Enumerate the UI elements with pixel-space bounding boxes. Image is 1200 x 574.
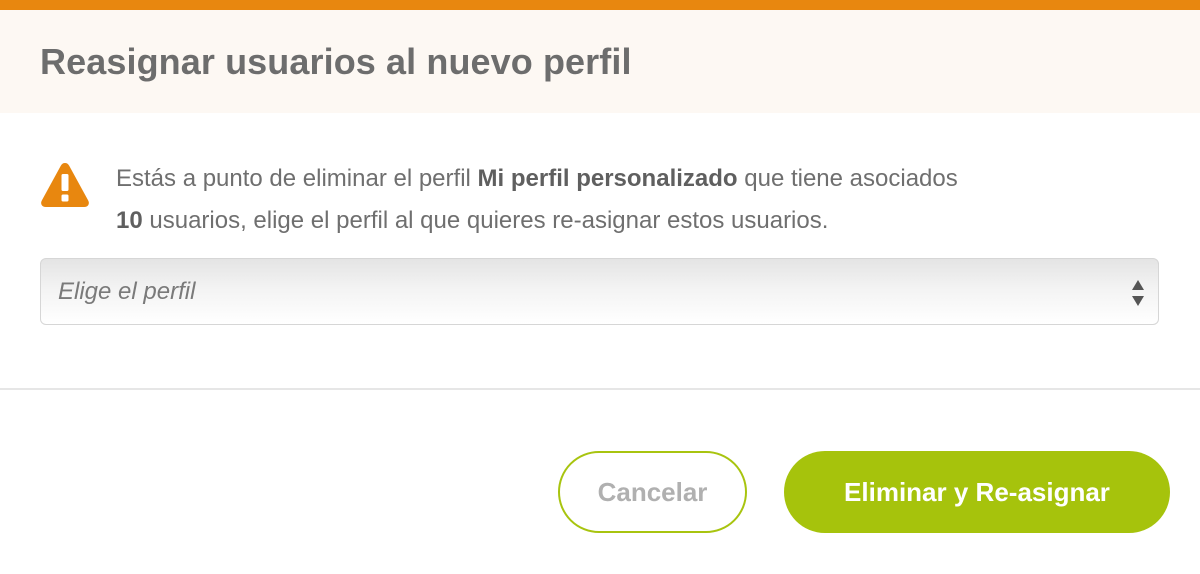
warning-text-suffix: usuarios, elige el perfil al que quieres… xyxy=(142,207,829,234)
dialog-title: Reasignar usuarios al nuevo perfil xyxy=(40,40,632,82)
dialog-footer: Cancelar Eliminar y Re-asignar xyxy=(0,390,1200,574)
user-count: 10 xyxy=(116,207,143,234)
select-arrows-icon xyxy=(1132,280,1144,306)
dialog-body: Estás a punto de eliminar el perfil Mi p… xyxy=(0,113,1200,390)
dialog-header: Reasignar usuarios al nuevo perfil xyxy=(0,10,1200,113)
warning-text-prefix: Estás a punto de eliminar el perfil xyxy=(116,165,478,192)
reassign-users-dialog: Reasignar usuarios al nuevo perfil Estás… xyxy=(0,0,1200,574)
warning-message: Estás a punto de eliminar el perfil Mi p… xyxy=(40,158,1126,242)
profile-name: Mi perfil personalizado xyxy=(477,165,738,192)
warning-triangle-icon xyxy=(41,163,89,207)
dialog-accent-bar xyxy=(0,0,1200,10)
cancel-button[interactable]: Cancelar xyxy=(558,451,747,533)
warning-text: Estás a punto de eliminar el perfil Mi p… xyxy=(116,158,1126,242)
profile-select-placeholder: Elige el perfil xyxy=(58,277,196,305)
profile-select[interactable]: Elige el perfil xyxy=(40,258,1159,325)
warning-text-middle: que tiene asociados xyxy=(737,165,958,192)
delete-and-reassign-button[interactable]: Eliminar y Re-asignar xyxy=(784,451,1170,533)
